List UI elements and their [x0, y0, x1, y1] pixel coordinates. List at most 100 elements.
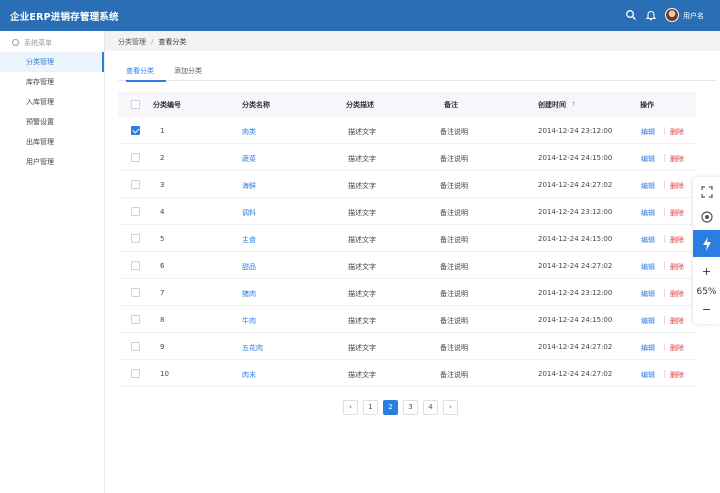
zoom-out-button[interactable]: − — [693, 303, 720, 317]
page-button-1[interactable]: 1 — [363, 400, 378, 415]
edit-button[interactable]: 编辑 — [641, 127, 655, 137]
cell-name[interactable]: 主食 — [242, 235, 256, 245]
cell-name[interactable]: 甜品 — [242, 262, 256, 272]
table-row: 1 肉类 描述文字 备注说明 2014-12-24 23:12:00 编辑 删除 — [118, 117, 696, 144]
row-checkbox[interactable] — [131, 288, 140, 297]
delete-button[interactable]: 删除 — [670, 208, 684, 218]
zoom-in-button[interactable]: + — [693, 265, 720, 279]
sidebar-item-stock-in[interactable]: 入库管理 — [0, 92, 104, 112]
action-divider — [664, 154, 665, 162]
cell-id: 7 — [160, 289, 165, 297]
header-note[interactable]: 备注 — [444, 100, 458, 110]
row-checkbox[interactable] — [131, 234, 140, 243]
cell-name[interactable]: 调料 — [242, 208, 256, 218]
cell-id: 6 — [160, 262, 165, 270]
page-button-2[interactable]: 2 — [383, 400, 398, 415]
sidebar-item-stock-out[interactable]: 出库管理 — [0, 132, 104, 152]
next-page-button[interactable]: › — [443, 400, 458, 415]
sidebar: 系统菜单 分类管理 库存管理 入库管理 预警设置 出库管理 用户管理 — [0, 31, 105, 493]
row-checkbox[interactable] — [131, 180, 140, 189]
delete-button[interactable]: 删除 — [670, 343, 684, 353]
cell-name[interactable]: 肉末 — [242, 370, 256, 380]
breadcrumb-separator: / — [151, 38, 154, 46]
table-row: 6 甜品 描述文字 备注说明 2014-12-24 24:27:02 编辑 删除 — [118, 252, 696, 279]
row-checkbox[interactable] — [131, 342, 140, 351]
action-divider — [664, 370, 665, 378]
bell-icon[interactable] — [645, 9, 657, 21]
tab-bar: 查看分类 添加分类 — [118, 62, 716, 82]
edit-button[interactable]: 编辑 — [641, 370, 655, 380]
app-title: 企业ERP进销存管理系统 — [10, 12, 119, 23]
cell-name[interactable]: 海鲜 — [242, 181, 256, 191]
sidebar-item-alert-settings[interactable]: 预警设置 — [0, 112, 104, 132]
delete-button[interactable]: 删除 — [670, 127, 684, 137]
row-checkbox[interactable] — [131, 207, 140, 216]
header-name[interactable]: 分类名称 — [242, 100, 270, 110]
search-icon[interactable] — [625, 9, 637, 21]
cell-id: 5 — [160, 235, 165, 243]
cell-note: 备注说明 — [440, 317, 468, 325]
row-checkbox[interactable] — [131, 126, 140, 135]
target-icon[interactable] — [693, 205, 720, 229]
action-divider — [664, 208, 665, 216]
edit-button[interactable]: 编辑 — [641, 343, 655, 353]
delete-button[interactable]: 删除 — [670, 316, 684, 326]
cell-name[interactable]: 猪肉 — [242, 289, 256, 299]
delete-button[interactable]: 删除 — [670, 262, 684, 272]
prev-page-button[interactable]: ‹ — [343, 400, 358, 415]
tab-view-category[interactable]: 查看分类 — [126, 66, 154, 76]
cell-name[interactable]: 五花肉 — [242, 343, 263, 353]
action-divider — [664, 289, 665, 297]
edit-button[interactable]: 编辑 — [641, 316, 655, 326]
delete-button[interactable]: 删除 — [670, 235, 684, 245]
table-row: 7 猪肉 描述文字 备注说明 2014-12-24 23:12:00 编辑 删除 — [118, 279, 696, 306]
sidebar-item-category[interactable]: 分类管理 — [0, 52, 104, 72]
table-row: 10 肉末 描述文字 备注说明 2014-12-24 24:27:02 编辑 删… — [118, 360, 696, 387]
row-checkbox[interactable] — [131, 369, 140, 378]
edit-button[interactable]: 编辑 — [641, 154, 655, 164]
cell-note: 备注说明 — [440, 236, 468, 244]
table-row: 5 主食 描述文字 备注说明 2014-12-24 24:15:00 编辑 删除 — [118, 225, 696, 252]
edit-button[interactable]: 编辑 — [641, 289, 655, 299]
table-row: 3 海鲜 描述文字 备注说明 2014-12-24 24:27:02 编辑 删除 — [118, 171, 696, 198]
username[interactable]: 用户名 — [683, 11, 704, 21]
sidebar-item-inventory[interactable]: 库存管理 — [0, 72, 104, 92]
sidebar-item-users[interactable]: 用户管理 — [0, 152, 104, 172]
row-checkbox[interactable] — [131, 153, 140, 162]
cell-name[interactable]: 肉类 — [242, 127, 256, 137]
lightning-icon[interactable] — [693, 230, 720, 257]
edit-button[interactable]: 编辑 — [641, 181, 655, 191]
zoom-level: 65% — [696, 287, 717, 297]
fullscreen-icon[interactable] — [693, 181, 720, 203]
header-created[interactable]: 创建时间 — [538, 100, 566, 110]
sort-arrow-icon[interactable]: ↑ — [571, 101, 576, 108]
delete-button[interactable]: 删除 — [670, 181, 684, 191]
page-button-4[interactable]: 4 — [423, 400, 438, 415]
action-divider — [664, 316, 665, 324]
delete-button[interactable]: 删除 — [670, 289, 684, 299]
page-button-3[interactable]: 3 — [403, 400, 418, 415]
row-checkbox[interactable] — [131, 261, 140, 270]
cell-name[interactable]: 牛肉 — [242, 316, 256, 326]
cell-desc: 描述文字 — [348, 317, 376, 325]
delete-button[interactable]: 删除 — [670, 154, 684, 164]
cell-desc: 描述文字 — [348, 128, 376, 136]
tab-add-category[interactable]: 添加分类 — [174, 66, 202, 76]
cell-name[interactable]: 蔬菜 — [242, 154, 256, 164]
delete-button[interactable]: 删除 — [670, 370, 684, 380]
cell-created: 2014-12-24 24:27:02 — [538, 262, 613, 270]
cell-id: 2 — [160, 154, 165, 162]
row-checkbox[interactable] — [131, 315, 140, 324]
avatar[interactable] — [665, 8, 679, 22]
menu-circle-icon — [12, 39, 19, 46]
edit-button[interactable]: 编辑 — [641, 208, 655, 218]
edit-button[interactable]: 编辑 — [641, 235, 655, 245]
header-desc[interactable]: 分类描述 — [346, 100, 374, 110]
action-divider — [664, 262, 665, 270]
edit-button[interactable]: 编辑 — [641, 262, 655, 272]
breadcrumb-parent[interactable]: 分类管理 — [118, 38, 146, 46]
cell-desc: 描述文字 — [348, 182, 376, 190]
cell-note: 备注说明 — [440, 155, 468, 163]
select-all-checkbox[interactable] — [131, 100, 140, 109]
header-id[interactable]: 分类编号 — [153, 100, 181, 110]
